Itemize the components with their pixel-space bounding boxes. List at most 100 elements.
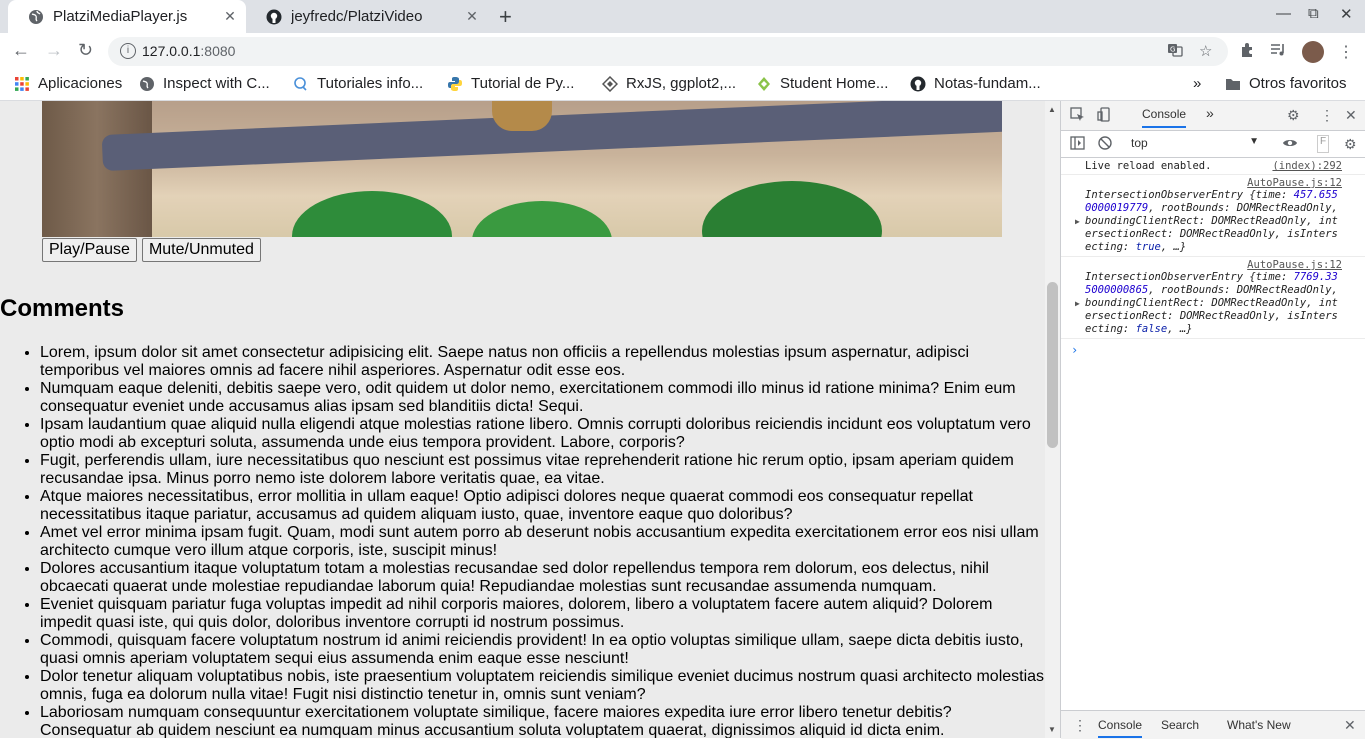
close-devtools-icon[interactable]: ✕ [1345, 107, 1357, 124]
intersection-entry-object[interactable]: ▶ IntersectionObserverEntry {time: 7769.3… [1075, 271, 1342, 336]
comment-item: Eveniet quisquam pariatur fuga voluptas … [40, 596, 1045, 632]
bookmarks-bar: Aplicaciones Inspect with C... Tutoriale… [0, 69, 1365, 101]
comments-heading: Comments [0, 295, 125, 322]
comment-item: Fugit, perferendis ullam, iure necessita… [40, 452, 1045, 488]
globe-icon [139, 76, 155, 92]
tab-strip: PlatziMediaPlayer.js ✕ jeyfredc/PlatziVi… [0, 0, 1365, 33]
profile-avatar[interactable] [1302, 41, 1324, 63]
sidebar-toggle-icon[interactable] [1070, 136, 1085, 153]
devtools-panel: Console » ⚙ ⋮ ✕ top ▼ F ⚙ Live reload en… [1060, 101, 1365, 739]
drawer-tab-console[interactable]: Console [1098, 718, 1143, 738]
bookmark-label: RxJS, ggplot2,... [626, 75, 737, 92]
console-settings-icon[interactable]: ⚙ [1344, 136, 1357, 153]
tab-platzivideo[interactable]: jeyfredc/PlatziVideo ✕ [246, 0, 488, 33]
forward-icon[interactable]: → [45, 40, 63, 61]
url-text: 127.0.0.1:8080 [142, 43, 236, 59]
message-text: Live reload enabled. [1085, 160, 1212, 172]
bookmark-rxjs[interactable]: RxJS, ggplot2,... [602, 75, 736, 92]
reload-icon[interactable]: ↻ [78, 40, 93, 61]
tab-console[interactable]: Console [1142, 107, 1187, 128]
svg-text:G: G [1170, 46, 1175, 54]
minimize-icon[interactable]: — [1276, 5, 1291, 22]
other-bookmarks-folder[interactable]: Otros favoritos [1225, 75, 1347, 92]
folder-icon [1225, 76, 1241, 92]
comment-item: Amet vel error minima ipsam fugit. Quam,… [40, 524, 1045, 560]
entry-source-link[interactable]: AutoPause.js:12 [1085, 259, 1342, 271]
new-tab-icon[interactable]: + [499, 4, 512, 30]
devtools-tabbar: Console » ⚙ ⋮ ✕ [1061, 101, 1365, 131]
video-frame-bush [292, 191, 452, 237]
bookmarks-overflow-button[interactable]: » [1193, 75, 1201, 92]
leaf-icon [756, 76, 772, 92]
message-source-link[interactable]: (index):292 [1272, 160, 1342, 172]
video-frame-bird [492, 101, 552, 131]
bookmark-label: Tutoriales info... [317, 75, 424, 92]
tab-title: jeyfredc/PlatziVideo [291, 8, 423, 25]
video-player[interactable] [42, 101, 1002, 237]
github-icon [910, 76, 926, 92]
devtools-menu-icon[interactable]: ⋮ [1320, 107, 1334, 124]
console-toolbar: top ▼ F ⚙ [1061, 131, 1365, 158]
more-tabs-button[interactable]: » [1206, 105, 1214, 121]
page-scrollbar[interactable]: ▲ ▼ [1045, 101, 1060, 738]
scroll-down-icon[interactable]: ▼ [1048, 725, 1056, 734]
console-entry: AutoPause.js:12 ▶ IntersectionObserverEnt… [1061, 257, 1365, 339]
bookmark-label: Tutorial de Py... [471, 75, 575, 92]
mute-unmute-button[interactable]: Mute/Unmuted [141, 238, 261, 262]
expand-triangle-icon[interactable]: ▶ [1075, 297, 1080, 310]
comment-item: Dolor tenetur aliquam voluptatibus nobis… [40, 668, 1045, 704]
github-icon [266, 9, 282, 25]
console-filter-input[interactable]: F [1317, 135, 1329, 153]
restore-icon[interactable]: ⧉ [1308, 5, 1319, 22]
console-entry: AutoPause.js:12 ▶ IntersectionObserverEnt… [1061, 175, 1365, 257]
play-pause-button[interactable]: Play/Pause [42, 238, 137, 262]
browser-toolbar: ← → ↻ i 127.0.0.1:8080 G ☆ ⋮ [0, 33, 1365, 69]
live-expression-eye-icon[interactable] [1282, 136, 1298, 152]
bookmark-notas[interactable]: Notas-fundam... [910, 75, 1041, 92]
bookmark-label: Inspect with C... [163, 75, 270, 92]
bookmark-label: Notas-fundam... [934, 75, 1041, 92]
context-selector[interactable]: top ▼ [1131, 136, 1259, 150]
drawer-tab-whats-new[interactable]: What's New [1227, 718, 1291, 732]
bookmark-star-icon[interactable]: ☆ [1199, 42, 1212, 60]
diamond-icon [602, 75, 618, 92]
apps-grid-icon [14, 76, 30, 92]
scroll-up-icon[interactable]: ▲ [1048, 105, 1056, 114]
bookmark-aplicaciones[interactable]: Aplicaciones [14, 75, 122, 92]
back-icon[interactable]: ← [12, 40, 30, 61]
tab-platzimediaplayer[interactable]: PlatziMediaPlayer.js ✕ [8, 0, 246, 33]
settings-gear-icon[interactable]: ⚙ [1287, 107, 1300, 124]
close-drawer-icon[interactable]: ✕ [1344, 717, 1356, 734]
menu-kebab-icon[interactable]: ⋮ [1338, 42, 1354, 62]
drawer-tab-search[interactable]: Search [1161, 718, 1199, 732]
video-frame-bush [702, 181, 882, 237]
device-toolbar-icon[interactable] [1097, 107, 1112, 125]
inspect-element-icon[interactable] [1070, 107, 1085, 125]
clear-console-icon[interactable] [1098, 136, 1112, 153]
comment-item: Atque maiores necessitatibus, error moll… [40, 488, 1045, 524]
bookmark-inspect[interactable]: Inspect with C... [139, 75, 270, 92]
bookmark-tutoriales[interactable]: Tutoriales info... [293, 75, 423, 92]
chevron-down-icon: ▼ [1249, 136, 1259, 147]
address-bar[interactable]: i 127.0.0.1:8080 G ☆ [108, 37, 1228, 66]
extensions-icon[interactable] [1239, 42, 1255, 63]
close-tab-icon[interactable]: ✕ [222, 8, 238, 25]
intersection-entry-object[interactable]: ▶ IntersectionObserverEntry {time: 457.65… [1075, 189, 1342, 254]
translate-icon[interactable]: G [1167, 42, 1183, 62]
drawer-menu-icon[interactable]: ⋮ [1073, 717, 1087, 734]
console-message: Live reload enabled. (index):292 [1061, 158, 1365, 175]
scrollbar-thumb[interactable] [1047, 282, 1058, 448]
comment-item: Dolores accusantium itaque voluptatum to… [40, 560, 1045, 596]
console-prompt[interactable]: › [1061, 339, 1365, 361]
expand-triangle-icon[interactable]: ▶ [1075, 215, 1080, 228]
entry-source-link[interactable]: AutoPause.js:12 [1085, 177, 1342, 189]
media-control-icon[interactable] [1270, 42, 1288, 63]
comment-item: Numquam eaque deleniti, debitis saepe ve… [40, 380, 1045, 416]
close-window-icon[interactable]: ✕ [1340, 5, 1353, 23]
site-info-icon[interactable]: i [120, 43, 136, 59]
comment-item: Commodi, quisquam facere voluptatum nost… [40, 632, 1045, 668]
globe-icon [28, 9, 44, 25]
close-tab-icon[interactable]: ✕ [464, 8, 480, 25]
bookmark-tutorial-python[interactable]: Tutorial de Py... [447, 75, 574, 92]
bookmark-student-home[interactable]: Student Home... [756, 75, 888, 92]
